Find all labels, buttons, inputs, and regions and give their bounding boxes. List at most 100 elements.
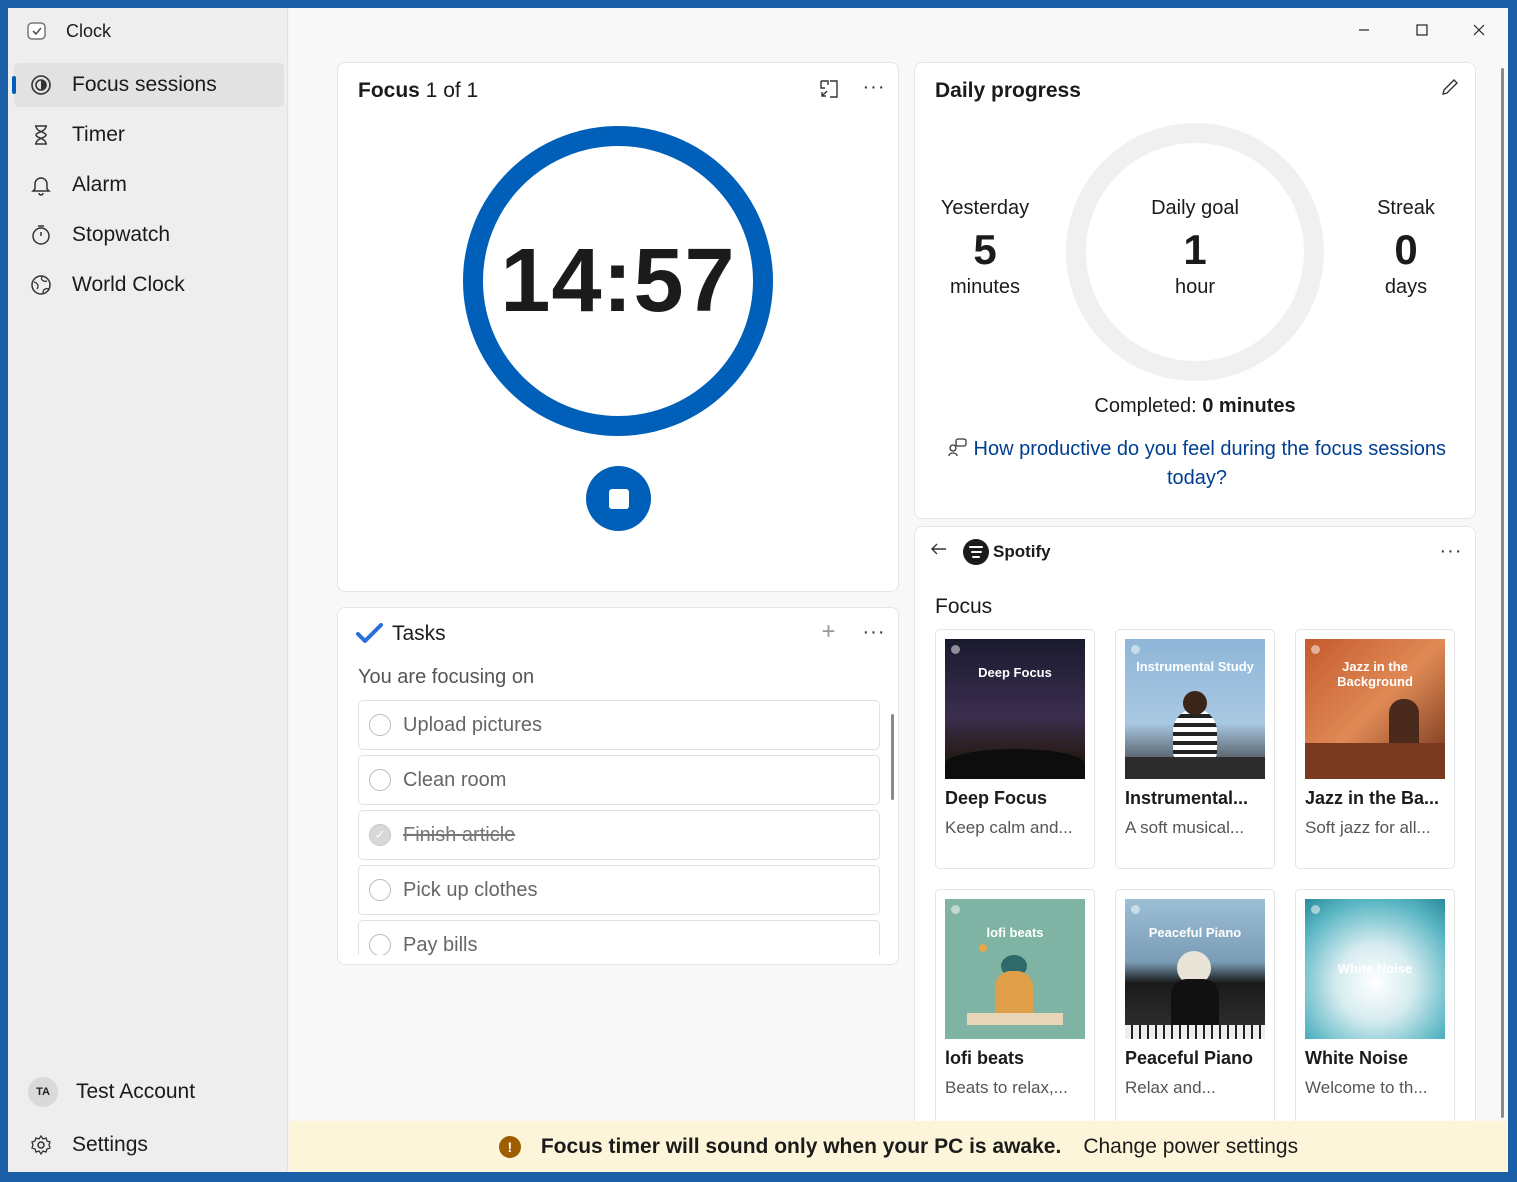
back-button[interactable] [929, 539, 949, 565]
task-item[interactable]: ✓ Finish article [358, 810, 880, 860]
stat-label: Streak [1377, 197, 1435, 219]
streak-stat: Streak 0 days [1331, 197, 1481, 299]
playlist-art-title: Deep Focus [978, 665, 1052, 680]
sidebar-item-world-clock[interactable]: World Clock [14, 263, 284, 307]
task-checkbox[interactable] [369, 769, 391, 791]
sidebar: Clock Focus sessions Timer Alarm Stopwat… [8, 8, 288, 1172]
tasks-title: Tasks [392, 622, 446, 645]
hourglass-icon [30, 124, 52, 146]
task-item[interactable]: Pay bills [358, 920, 880, 955]
task-item[interactable]: Upload pictures [358, 700, 880, 750]
timer-display: 14:57 [500, 230, 736, 331]
stat-value: 0 [1394, 226, 1418, 273]
timer-progress-ring: 14:57 [463, 126, 773, 436]
sidebar-item-label: Settings [72, 1133, 148, 1156]
bell-icon [30, 174, 52, 196]
stop-button[interactable] [586, 466, 651, 531]
playlist-art-title: lofi beats [986, 925, 1044, 940]
playlist-card-jazz-in-the-background[interactable]: Jazz in the Background Jazz in the Ba...… [1295, 629, 1455, 869]
minimize-button[interactable] [1341, 14, 1387, 46]
maximize-icon [1416, 24, 1428, 36]
playlist-description: A soft musical... [1125, 818, 1245, 837]
playlist-art-title: Jazz in the Background [1337, 659, 1413, 689]
spotify-header: Spotify [929, 539, 1051, 565]
focus-title-count: 1 of 1 [419, 79, 479, 102]
task-label: Clean room [403, 768, 507, 791]
stat-value: 5 [973, 226, 997, 273]
spotify-icon [963, 539, 989, 565]
sidebar-item-focus-sessions[interactable]: Focus sessions [12, 63, 284, 107]
playlist-card-deep-focus[interactable]: Deep Focus Deep Focus Keep calm and... [935, 629, 1095, 869]
spotify-brand: Spotify [993, 542, 1051, 561]
app-title: Clock [66, 20, 112, 41]
task-item[interactable]: Pick up clothes [358, 865, 880, 915]
clock-window: Clock Focus sessions Timer Alarm Stopwat… [8, 8, 1508, 1172]
completed-text: Completed: 0 minutes [915, 395, 1475, 418]
task-checkbox[interactable] [369, 714, 391, 736]
focus-timer-card: Focus 1 of 1 ··· 14:57 [337, 62, 899, 592]
todo-checkmark-icon [356, 623, 383, 643]
edit-goal-button[interactable] [1435, 75, 1465, 99]
back-arrow-icon [931, 543, 946, 555]
task-checkbox[interactable] [369, 879, 391, 901]
feedback-link[interactable]: How productive do you feel during the fo… [937, 435, 1457, 493]
stat-unit: minutes [949, 276, 1021, 298]
add-task-button[interactable]: + [814, 618, 844, 645]
playlist-art: lofi beats [945, 899, 1085, 1039]
playlist-name: lofi beats [945, 1048, 1025, 1068]
task-label: Finish article [403, 823, 516, 846]
daily-progress-title: Daily progress [935, 79, 1081, 102]
sidebar-item-label: Stopwatch [72, 223, 171, 246]
sidebar-item-label: World Clock [72, 273, 185, 296]
focus-icon [30, 74, 52, 96]
playlist-card-lofi-beats[interactable]: lofi beats lofi beats Beats to relax,... [935, 889, 1095, 1129]
playlist-art: White Noise [1305, 899, 1445, 1039]
more-icon: ··· [862, 75, 886, 98]
sidebar-item-label: Focus sessions [72, 73, 217, 96]
pencil-icon [1442, 79, 1458, 95]
power-warning-banner: ! Focus timer will sound only when your … [289, 1121, 1508, 1172]
playlist-art-title: Peaceful Piano [1148, 925, 1242, 940]
playlist-card-instrumental-study[interactable]: Instrumental Study Instrumental... A sof… [1115, 629, 1275, 869]
playlist-card-white-noise[interactable]: White Noise White Noise Welcome to th... [1295, 889, 1455, 1129]
compact-overlay-icon [820, 80, 838, 98]
sidebar-item-label: Timer [72, 123, 125, 146]
task-checkbox[interactable] [369, 934, 391, 955]
completed-value: 0 minutes [1202, 395, 1296, 417]
focus-more-button[interactable]: ··· [859, 75, 889, 99]
minimize-icon [1359, 29, 1369, 31]
close-button[interactable] [1456, 14, 1502, 46]
task-checkbox[interactable]: ✓ [369, 824, 391, 846]
spotify-more-button[interactable]: ··· [1436, 539, 1466, 563]
focus-title-bold: Focus [358, 79, 420, 102]
sidebar-item-alarm[interactable]: Alarm [14, 163, 284, 207]
sidebar-item-timer[interactable]: Timer [14, 113, 284, 157]
playlist-card-peaceful-piano[interactable]: Peaceful Piano Peaceful Piano Relax and.… [1115, 889, 1275, 1129]
task-label: Pay bills [403, 933, 478, 956]
task-item[interactable]: Clean room [358, 755, 880, 805]
playlist-section-title: Focus [935, 595, 993, 618]
playlist-art-title: White Noise [1337, 961, 1413, 976]
daily-progress-card: Daily progress Yesterday 5 minutes Daily… [914, 62, 1476, 519]
yesterday-stat: Yesterday 5 minutes [910, 197, 1060, 299]
spotify-card: Spotify ··· Focus Deep Focus Deep Focus … [914, 526, 1476, 1146]
stopwatch-icon [30, 224, 52, 246]
playlist-name: Jazz in the Ba... [1305, 788, 1440, 808]
change-power-settings-link[interactable]: Change power settings [1083, 1135, 1298, 1159]
compact-overlay-button[interactable] [814, 77, 844, 101]
plus-icon: + [821, 618, 837, 645]
account-button[interactable]: TA Test Account [14, 1070, 284, 1114]
sidebar-item-stopwatch[interactable]: Stopwatch [14, 213, 284, 257]
banner-message: Focus timer will sound only when your PC… [540, 1134, 1062, 1158]
playlist-art: Peaceful Piano [1125, 899, 1265, 1039]
playlist-description: Keep calm and... [945, 818, 1073, 837]
settings-button[interactable]: Settings [14, 1123, 284, 1167]
maximize-button[interactable] [1399, 14, 1445, 46]
tasks-more-button[interactable]: ··· [859, 620, 889, 644]
main-scrollbar[interactable] [1501, 68, 1504, 1118]
tasks-scrollbar[interactable] [891, 714, 894, 800]
clock-app-icon [27, 22, 46, 40]
playlist-art: Jazz in the Background [1305, 639, 1445, 779]
focus-title: Focus 1 of 1 [358, 79, 478, 103]
task-list: Upload pictures Clean room ✓ Finish arti… [358, 700, 880, 955]
